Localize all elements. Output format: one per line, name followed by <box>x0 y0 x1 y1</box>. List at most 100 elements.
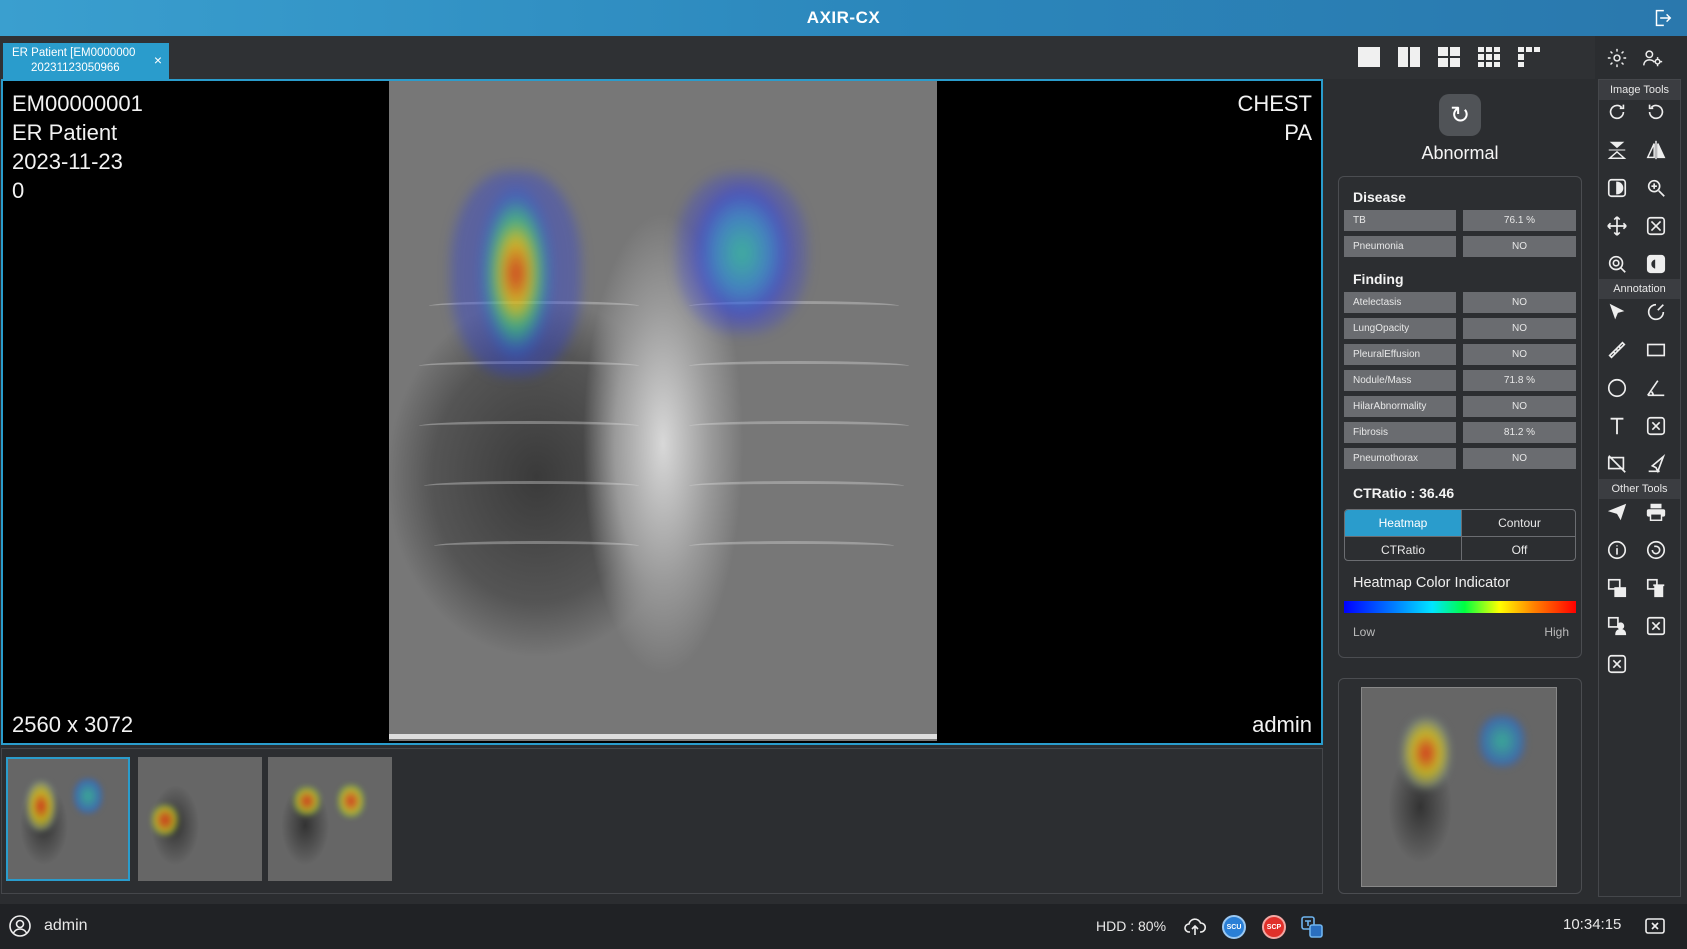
top-right-icons <box>1606 47 1664 69</box>
thumbnail-3[interactable] <box>268 757 392 881</box>
user-icon <box>9 915 31 937</box>
pan-icon[interactable] <box>1605 214 1629 238</box>
settings-icon[interactable] <box>1606 47 1628 69</box>
finding-label: LungOpacity <box>1344 318 1456 339</box>
send-icon[interactable] <box>1605 500 1629 524</box>
logout-icon[interactable] <box>1651 7 1673 29</box>
finding-label: Fibrosis <box>1344 422 1456 443</box>
image-viewer[interactable]: EM00000001 ER Patient 2023-11-23 0 CHEST… <box>1 79 1323 745</box>
ellipse-icon[interactable] <box>1605 376 1629 400</box>
finding-value: NO <box>1463 396 1576 417</box>
study-date: 2023-11-23 <box>12 149 123 174</box>
close-app-icon[interactable] <box>1643 915 1667 939</box>
overlay-study-info: CHEST PA <box>1237 89 1312 147</box>
flip-vertical-icon[interactable] <box>1605 138 1629 162</box>
angle-icon[interactable] <box>1644 376 1668 400</box>
disease-label: TB <box>1344 210 1456 231</box>
refresh-icon[interactable]: ↻ <box>1439 94 1481 136</box>
overlay-patient-info: EM00000001 ER Patient 2023-11-23 0 <box>12 89 143 205</box>
window-level-icon[interactable] <box>1644 252 1668 276</box>
finding-label: HilarAbnormality <box>1344 396 1456 417</box>
heatmap-toggle[interactable]: Heatmap <box>1345 510 1461 536</box>
off-toggle[interactable]: Off <box>1461 536 1575 560</box>
result-indicator: ↻ Abnormal <box>1338 94 1582 164</box>
delete-annotation-icon[interactable] <box>1644 414 1668 438</box>
disease-row-pneumonia: Pneumonia NO <box>1344 236 1576 257</box>
finding-row: LungOpacity NO <box>1344 318 1576 339</box>
finding-value: NO <box>1463 292 1576 313</box>
rotate-cw-icon[interactable] <box>1605 100 1629 124</box>
current-user[interactable]: admin <box>8 914 88 938</box>
view-position: PA <box>1284 120 1312 145</box>
scp-status-icon[interactable]: SCP <box>1262 915 1286 939</box>
select-arrow-icon[interactable] <box>1605 300 1629 324</box>
text-icon[interactable] <box>1605 414 1629 438</box>
tab-close-icon[interactable]: × <box>154 53 162 68</box>
zoom-icon[interactable] <box>1644 176 1668 200</box>
title-bar: AXIR-CX <box>0 0 1687 36</box>
info-icon[interactable] <box>1605 538 1629 562</box>
thumbnail-strip <box>1 748 1323 894</box>
layout-custom-icon[interactable] <box>1518 47 1540 67</box>
body-part: CHEST <box>1237 91 1312 116</box>
analysis-panel: Disease TB 76.1 % Pneumonia NO Finding A… <box>1338 176 1582 658</box>
close-all-icon[interactable] <box>1605 652 1629 676</box>
save-print-icon[interactable] <box>1605 576 1629 600</box>
layout-1x1-icon[interactable] <box>1358 47 1380 67</box>
contour-toggle[interactable]: Contour <box>1461 510 1575 536</box>
finding-value: NO <box>1463 318 1576 339</box>
tab-bar <box>0 36 1595 79</box>
layout-selector <box>1358 47 1540 67</box>
disease-value: 76.1 % <box>1463 210 1576 231</box>
finding-label: Atelectasis <box>1344 292 1456 313</box>
hdd-usage: HDD : 80% <box>1096 918 1167 934</box>
preview-panel <box>1338 678 1582 894</box>
thumbnail-2[interactable] <box>138 757 262 881</box>
invert-icon[interactable] <box>1605 176 1629 200</box>
tab-er-patient[interactable]: ER Patient [EM0000000 20231123050966 × <box>3 43 169 79</box>
layout-3x3-icon[interactable] <box>1478 47 1500 67</box>
print-icon[interactable] <box>1644 500 1668 524</box>
disease-value: NO <box>1463 236 1576 257</box>
hide-annotation-icon[interactable] <box>1605 452 1629 476</box>
user-name: admin <box>44 917 88 934</box>
heatmap-overlay-left-lung <box>677 173 807 333</box>
tab-label-line2: 20231123050966 <box>31 62 120 74</box>
fit-screen-icon[interactable] <box>1644 214 1668 238</box>
display-mode-toggles: Heatmap Contour CTRatio Off <box>1344 509 1576 561</box>
layout-1x2-icon[interactable] <box>1398 47 1420 67</box>
patient-info-icon[interactable] <box>1605 614 1629 638</box>
language-icon[interactable] <box>1300 915 1324 939</box>
finding-row: Nodule/Mass 71.8 % <box>1344 370 1576 391</box>
thumbnail-1[interactable] <box>6 757 130 881</box>
ctratio-toggle[interactable]: CTRatio <box>1345 536 1461 560</box>
delete-image-icon[interactable] <box>1644 576 1668 600</box>
magnifier-icon[interactable] <box>1605 252 1629 276</box>
rectangle-icon[interactable] <box>1644 338 1668 362</box>
scu-status-icon[interactable]: SCU <box>1222 915 1246 939</box>
operator-name: admin <box>1252 712 1312 737</box>
cloud-upload-icon[interactable] <box>1183 915 1207 939</box>
series-number: 0 <box>12 178 25 203</box>
arrow-annotation-icon[interactable] <box>1644 452 1668 476</box>
result-status: Abnormal <box>1421 143 1499 163</box>
rotate-ccw-icon[interactable] <box>1644 100 1668 124</box>
patient-id: EM00000001 <box>12 91 143 116</box>
finding-row: Pneumothorax NO <box>1344 448 1576 469</box>
close-image-icon[interactable] <box>1644 614 1668 638</box>
finding-value: NO <box>1463 448 1576 469</box>
flip-horizontal-icon[interactable] <box>1644 138 1668 162</box>
ruler-icon[interactable] <box>1605 338 1629 362</box>
preview-image[interactable] <box>1361 687 1557 887</box>
finding-row: PleuralEffusion NO <box>1344 344 1576 365</box>
finding-value: 81.2 % <box>1463 422 1576 443</box>
finding-row: Atelectasis NO <box>1344 292 1576 313</box>
layout-2x2-icon[interactable] <box>1438 47 1460 67</box>
ctratio-value: CTRatio : 36.46 <box>1353 485 1455 501</box>
user-settings-icon[interactable] <box>1642 47 1664 69</box>
reset-icon[interactable] <box>1644 538 1668 562</box>
freehand-icon[interactable] <box>1644 300 1668 324</box>
image-scale-bar <box>389 734 937 739</box>
disease-title: Disease <box>1353 189 1406 205</box>
image-tools-header: Image Tools <box>1599 80 1680 100</box>
